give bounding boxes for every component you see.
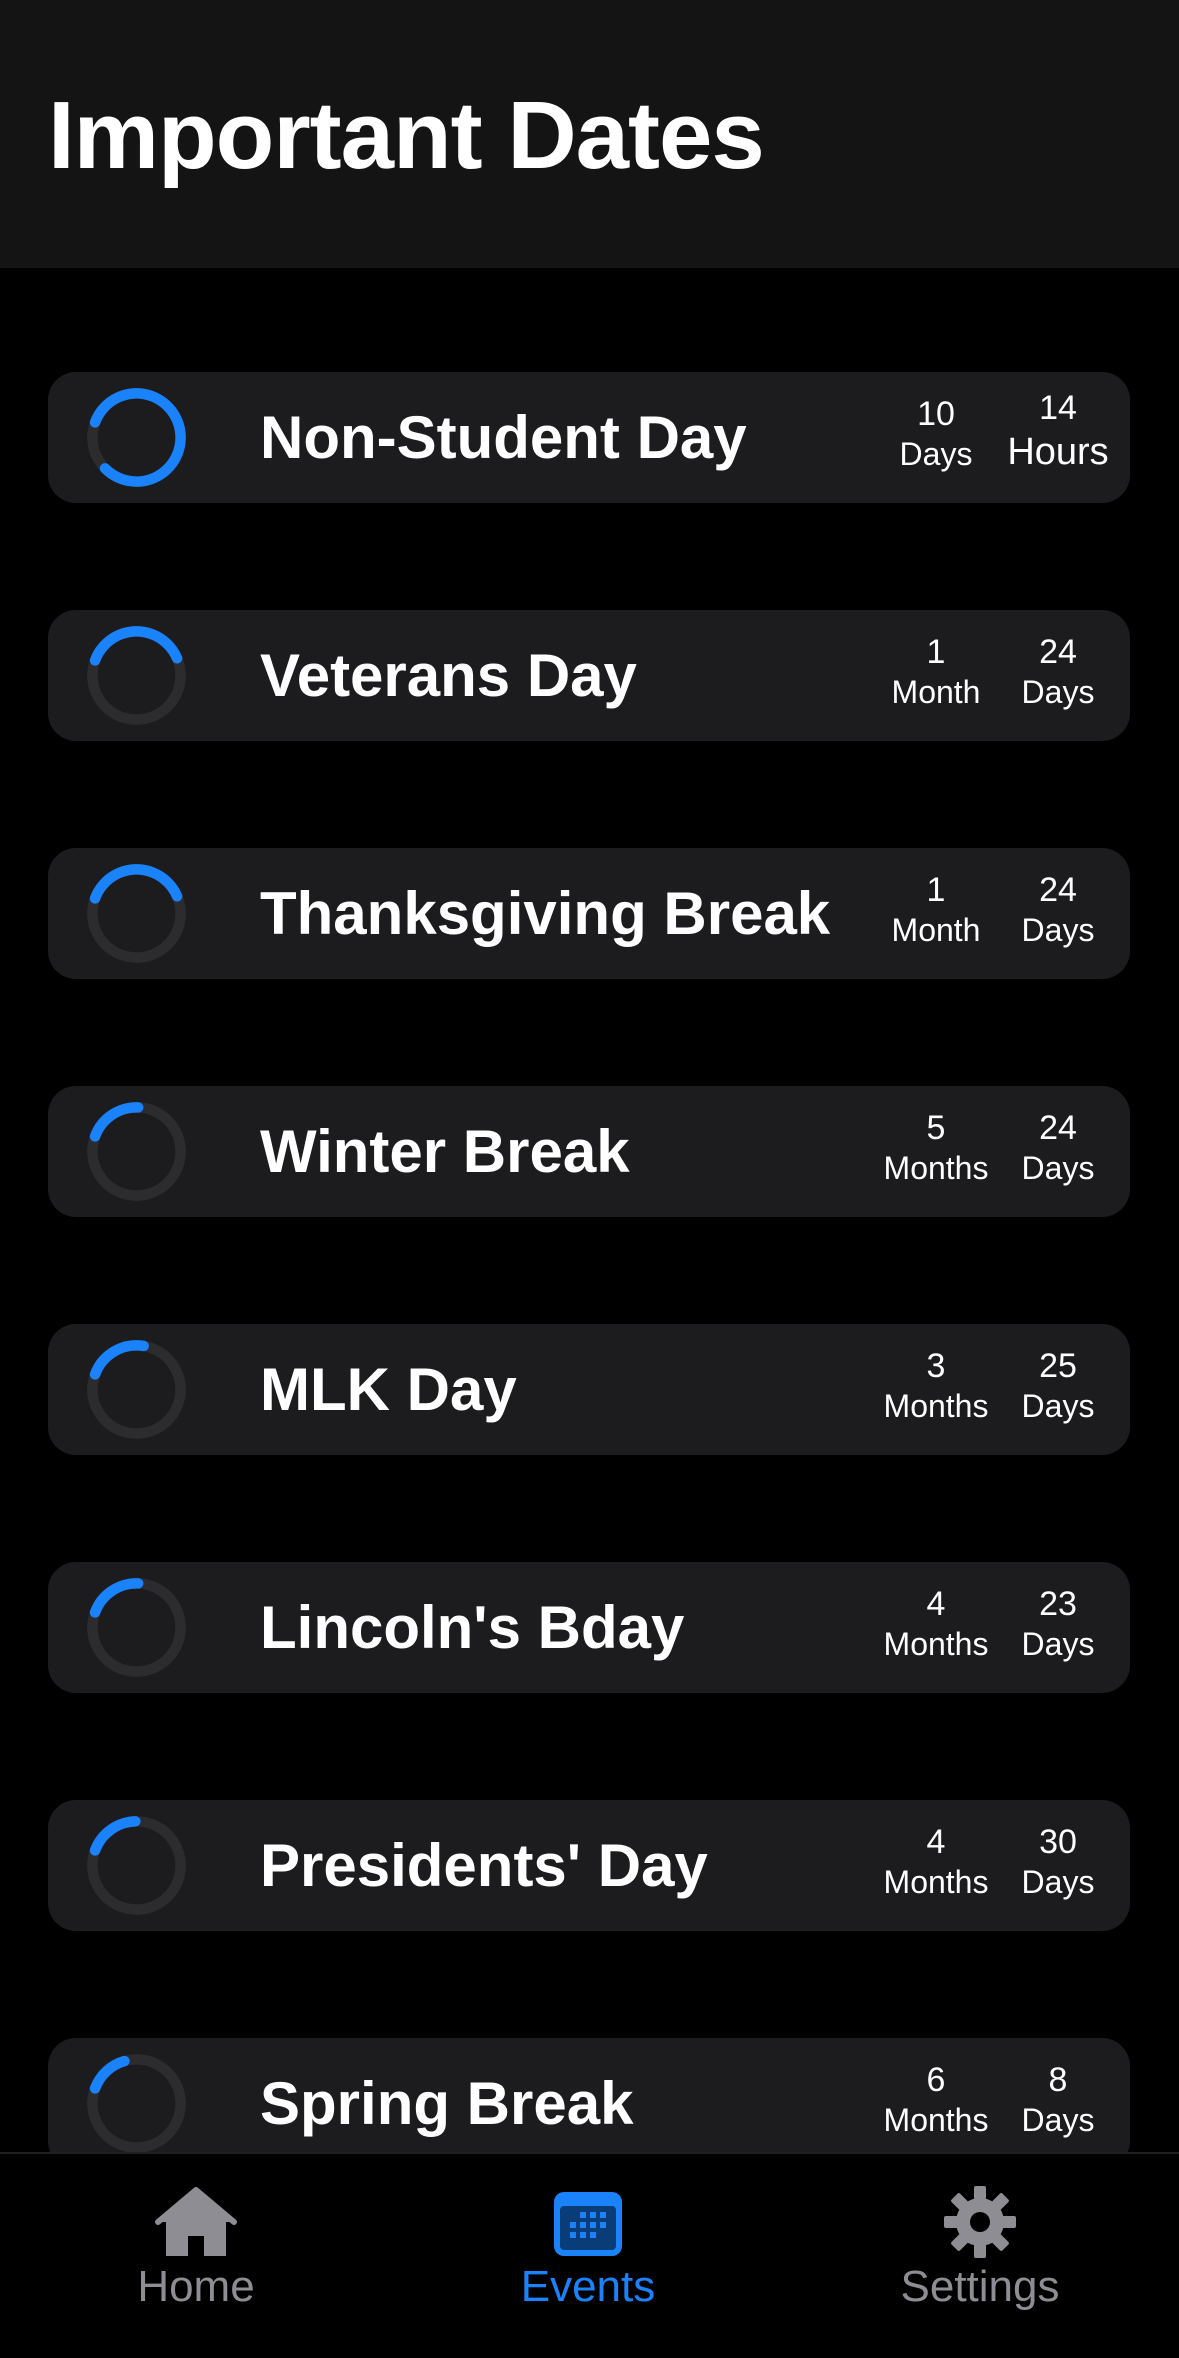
time-unit-secondary: 24 Days bbox=[988, 870, 1128, 950]
progress-ring bbox=[87, 1816, 186, 1915]
progress-ring-fill bbox=[87, 388, 186, 487]
event-card-non-student-day[interactable]: Non-Student Day 10 Days 14 Hours bbox=[48, 372, 1130, 503]
event-card-veterans-day[interactable]: Veterans Day 1 Month 24 Days bbox=[48, 610, 1130, 741]
unit-value: 4 bbox=[926, 1823, 946, 1861]
progress-ring bbox=[87, 388, 186, 487]
time-unit-primary: 10 Days bbox=[866, 394, 1006, 474]
unit-label: Days bbox=[1021, 1150, 1095, 1186]
unit-label: Days bbox=[1021, 674, 1095, 710]
unit-value: 6 bbox=[926, 2061, 946, 2099]
event-name: Thanksgiving Break bbox=[260, 880, 831, 947]
event-name: Presidents' Day bbox=[260, 1832, 708, 1899]
unit-value: 1 bbox=[926, 871, 946, 909]
progress-ring bbox=[87, 626, 186, 725]
unit-label: Days bbox=[1021, 1864, 1095, 1900]
unit-label: Days bbox=[899, 436, 973, 472]
progress-ring bbox=[87, 1102, 186, 1201]
unit-label: Months bbox=[883, 1864, 989, 1900]
unit-value: 10 bbox=[917, 395, 955, 433]
calendar-icon bbox=[554, 2192, 622, 2256]
time-unit-secondary: 30 Days bbox=[988, 1822, 1128, 1902]
time-unit-primary: 3 Months bbox=[866, 1346, 1006, 1426]
tab-events[interactable]: Events bbox=[458, 2184, 718, 2312]
events-list[interactable]: Non-Student Day 10 Days 14 Hours Veteran… bbox=[0, 268, 1179, 2152]
unit-label: Months bbox=[883, 2102, 989, 2138]
unit-value: 4 bbox=[926, 1585, 946, 1623]
time-unit-primary: 1 Month bbox=[866, 870, 1006, 950]
unit-label: Days bbox=[1021, 912, 1095, 948]
time-unit-secondary: 23 Days bbox=[988, 1584, 1128, 1664]
progress-ring-fill bbox=[87, 864, 186, 963]
event-name: Lincoln's Bday bbox=[260, 1594, 685, 1661]
tab-label: Events bbox=[520, 2262, 656, 2311]
progress-ring bbox=[87, 1340, 186, 1439]
tab-bar: Home Events Settings bbox=[0, 2152, 1179, 2358]
house-icon bbox=[155, 2187, 237, 2256]
unit-value: 24 bbox=[1039, 1109, 1077, 1147]
unit-value: 1 bbox=[926, 633, 946, 671]
progress-ring bbox=[87, 2054, 186, 2152]
unit-value: 8 bbox=[1048, 2061, 1068, 2099]
progress-ring-fill bbox=[87, 626, 186, 725]
tab-home[interactable]: Home bbox=[66, 2184, 326, 2312]
progress-ring-fill bbox=[87, 2054, 186, 2152]
event-card-mlk-day[interactable]: MLK Day 3 Months 25 Days bbox=[48, 1324, 1130, 1455]
time-unit-secondary: 14 Hours bbox=[988, 388, 1128, 476]
event-name: MLK Day bbox=[260, 1356, 517, 1423]
tab-settings[interactable]: Settings bbox=[850, 2184, 1110, 2312]
progress-ring-fill bbox=[87, 1102, 186, 1201]
time-unit-secondary: 8 Days bbox=[988, 2060, 1128, 2140]
time-unit-primary: 4 Months bbox=[866, 1584, 1006, 1664]
navigation-header: Important Dates bbox=[0, 0, 1179, 268]
event-name: Spring Break bbox=[260, 2070, 634, 2137]
time-unit-secondary: 25 Days bbox=[988, 1346, 1128, 1426]
event-name: Winter Break bbox=[260, 1118, 630, 1185]
unit-label: Days bbox=[1021, 1626, 1095, 1662]
unit-value: 25 bbox=[1039, 1347, 1077, 1385]
event-card-presidents-day[interactable]: Presidents' Day 4 Months 30 Days bbox=[48, 1800, 1130, 1931]
gear-icon bbox=[944, 2186, 1016, 2258]
page-title: Important Dates bbox=[48, 82, 765, 189]
progress-ring-fill bbox=[87, 1578, 186, 1677]
event-name: Non-Student Day bbox=[260, 404, 747, 471]
tab-label: Settings bbox=[900, 2262, 1060, 2311]
unit-label: Hours bbox=[1007, 431, 1109, 473]
unit-value: 23 bbox=[1039, 1585, 1077, 1623]
progress-ring bbox=[87, 864, 186, 963]
unit-label: Month bbox=[891, 674, 981, 710]
event-card-lincolns-bday[interactable]: Lincoln's Bday 4 Months 23 Days bbox=[48, 1562, 1130, 1693]
time-unit-secondary: 24 Days bbox=[988, 632, 1128, 712]
event-card-spring-break[interactable]: Spring Break 6 Months 8 Days bbox=[48, 2038, 1130, 2152]
unit-value: 3 bbox=[926, 1347, 946, 1385]
event-name: Veterans Day bbox=[260, 642, 637, 709]
time-unit-secondary: 24 Days bbox=[988, 1108, 1128, 1188]
unit-label: Days bbox=[1021, 2102, 1095, 2138]
event-card-thanksgiving-break[interactable]: Thanksgiving Break 1 Month 24 Days bbox=[48, 848, 1130, 979]
unit-value: 24 bbox=[1039, 871, 1077, 909]
time-unit-primary: 5 Months bbox=[866, 1108, 1006, 1188]
unit-label: Month bbox=[891, 912, 981, 948]
unit-label: Months bbox=[883, 1150, 989, 1186]
unit-value: 5 bbox=[926, 1109, 946, 1147]
unit-value: 30 bbox=[1039, 1823, 1077, 1861]
event-card-winter-break[interactable]: Winter Break 5 Months 24 Days bbox=[48, 1086, 1130, 1217]
unit-label: Months bbox=[883, 1388, 989, 1424]
unit-label: Days bbox=[1021, 1388, 1095, 1424]
progress-ring-fill bbox=[87, 1816, 186, 1915]
progress-ring bbox=[87, 1578, 186, 1677]
unit-value: 24 bbox=[1039, 633, 1077, 671]
tab-label: Home bbox=[137, 2262, 255, 2311]
unit-value: 14 bbox=[1039, 389, 1077, 427]
progress-ring-fill bbox=[87, 1340, 186, 1439]
time-unit-primary: 4 Months bbox=[866, 1822, 1006, 1902]
unit-label: Months bbox=[883, 1626, 989, 1662]
time-unit-primary: 6 Months bbox=[866, 2060, 1006, 2140]
time-unit-primary: 1 Month bbox=[866, 632, 1006, 712]
